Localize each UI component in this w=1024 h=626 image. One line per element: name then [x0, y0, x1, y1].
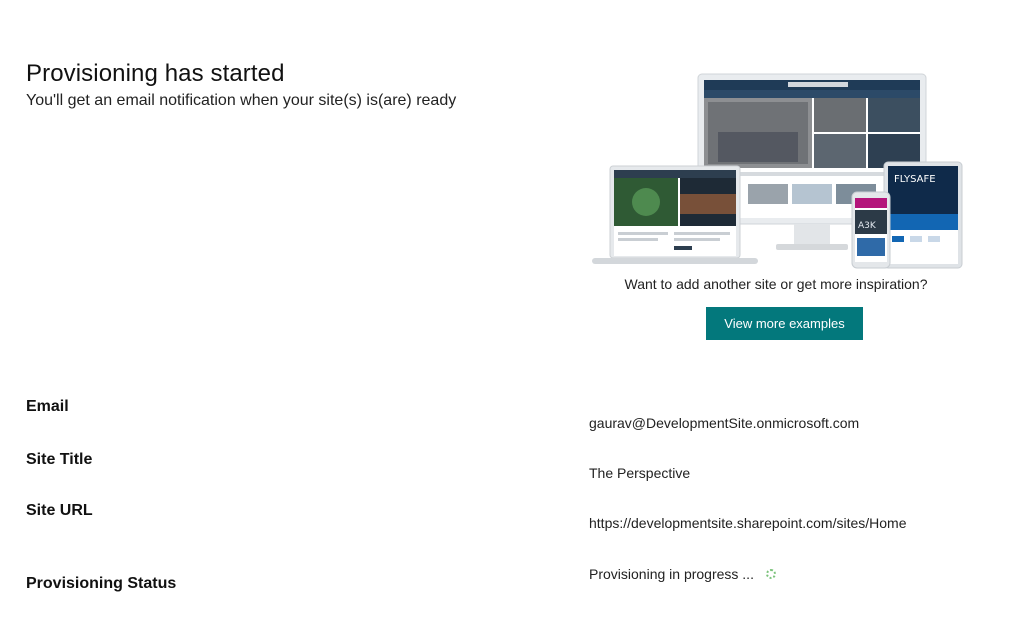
view-more-examples-button[interactable]: View more examples: [706, 307, 863, 340]
email-value: gaurav@DevelopmentSite.onmicrosoft.com: [589, 415, 860, 431]
site-url-label: Site URL: [26, 502, 93, 519]
site-title-label: Site Title: [26, 451, 93, 468]
sites-showcase-image: FLYSAFE A3K: [588, 72, 964, 272]
provisioning-status-value: Provisioning in progress ...: [589, 566, 754, 582]
phone-tile-text: A3K: [858, 221, 877, 231]
provisioning-status: Provisioning in progress ...: [589, 566, 776, 582]
loading-spinner-icon: [765, 569, 776, 579]
email-label: Email: [26, 398, 69, 415]
flysafe-brand-text: FLYSAFE: [894, 174, 936, 185]
page-subtitle: You'll get an email notification when yo…: [26, 92, 457, 109]
page-title: Provisioning has started: [26, 60, 285, 87]
provisioning-status-label: Provisioning Status: [26, 575, 177, 592]
site-url-value: https://developmentsite.sharepoint.com/s…: [589, 515, 907, 531]
inspiration-text: Want to add another site or get more ins…: [624, 276, 928, 292]
site-title-value: The Perspective: [589, 465, 691, 481]
